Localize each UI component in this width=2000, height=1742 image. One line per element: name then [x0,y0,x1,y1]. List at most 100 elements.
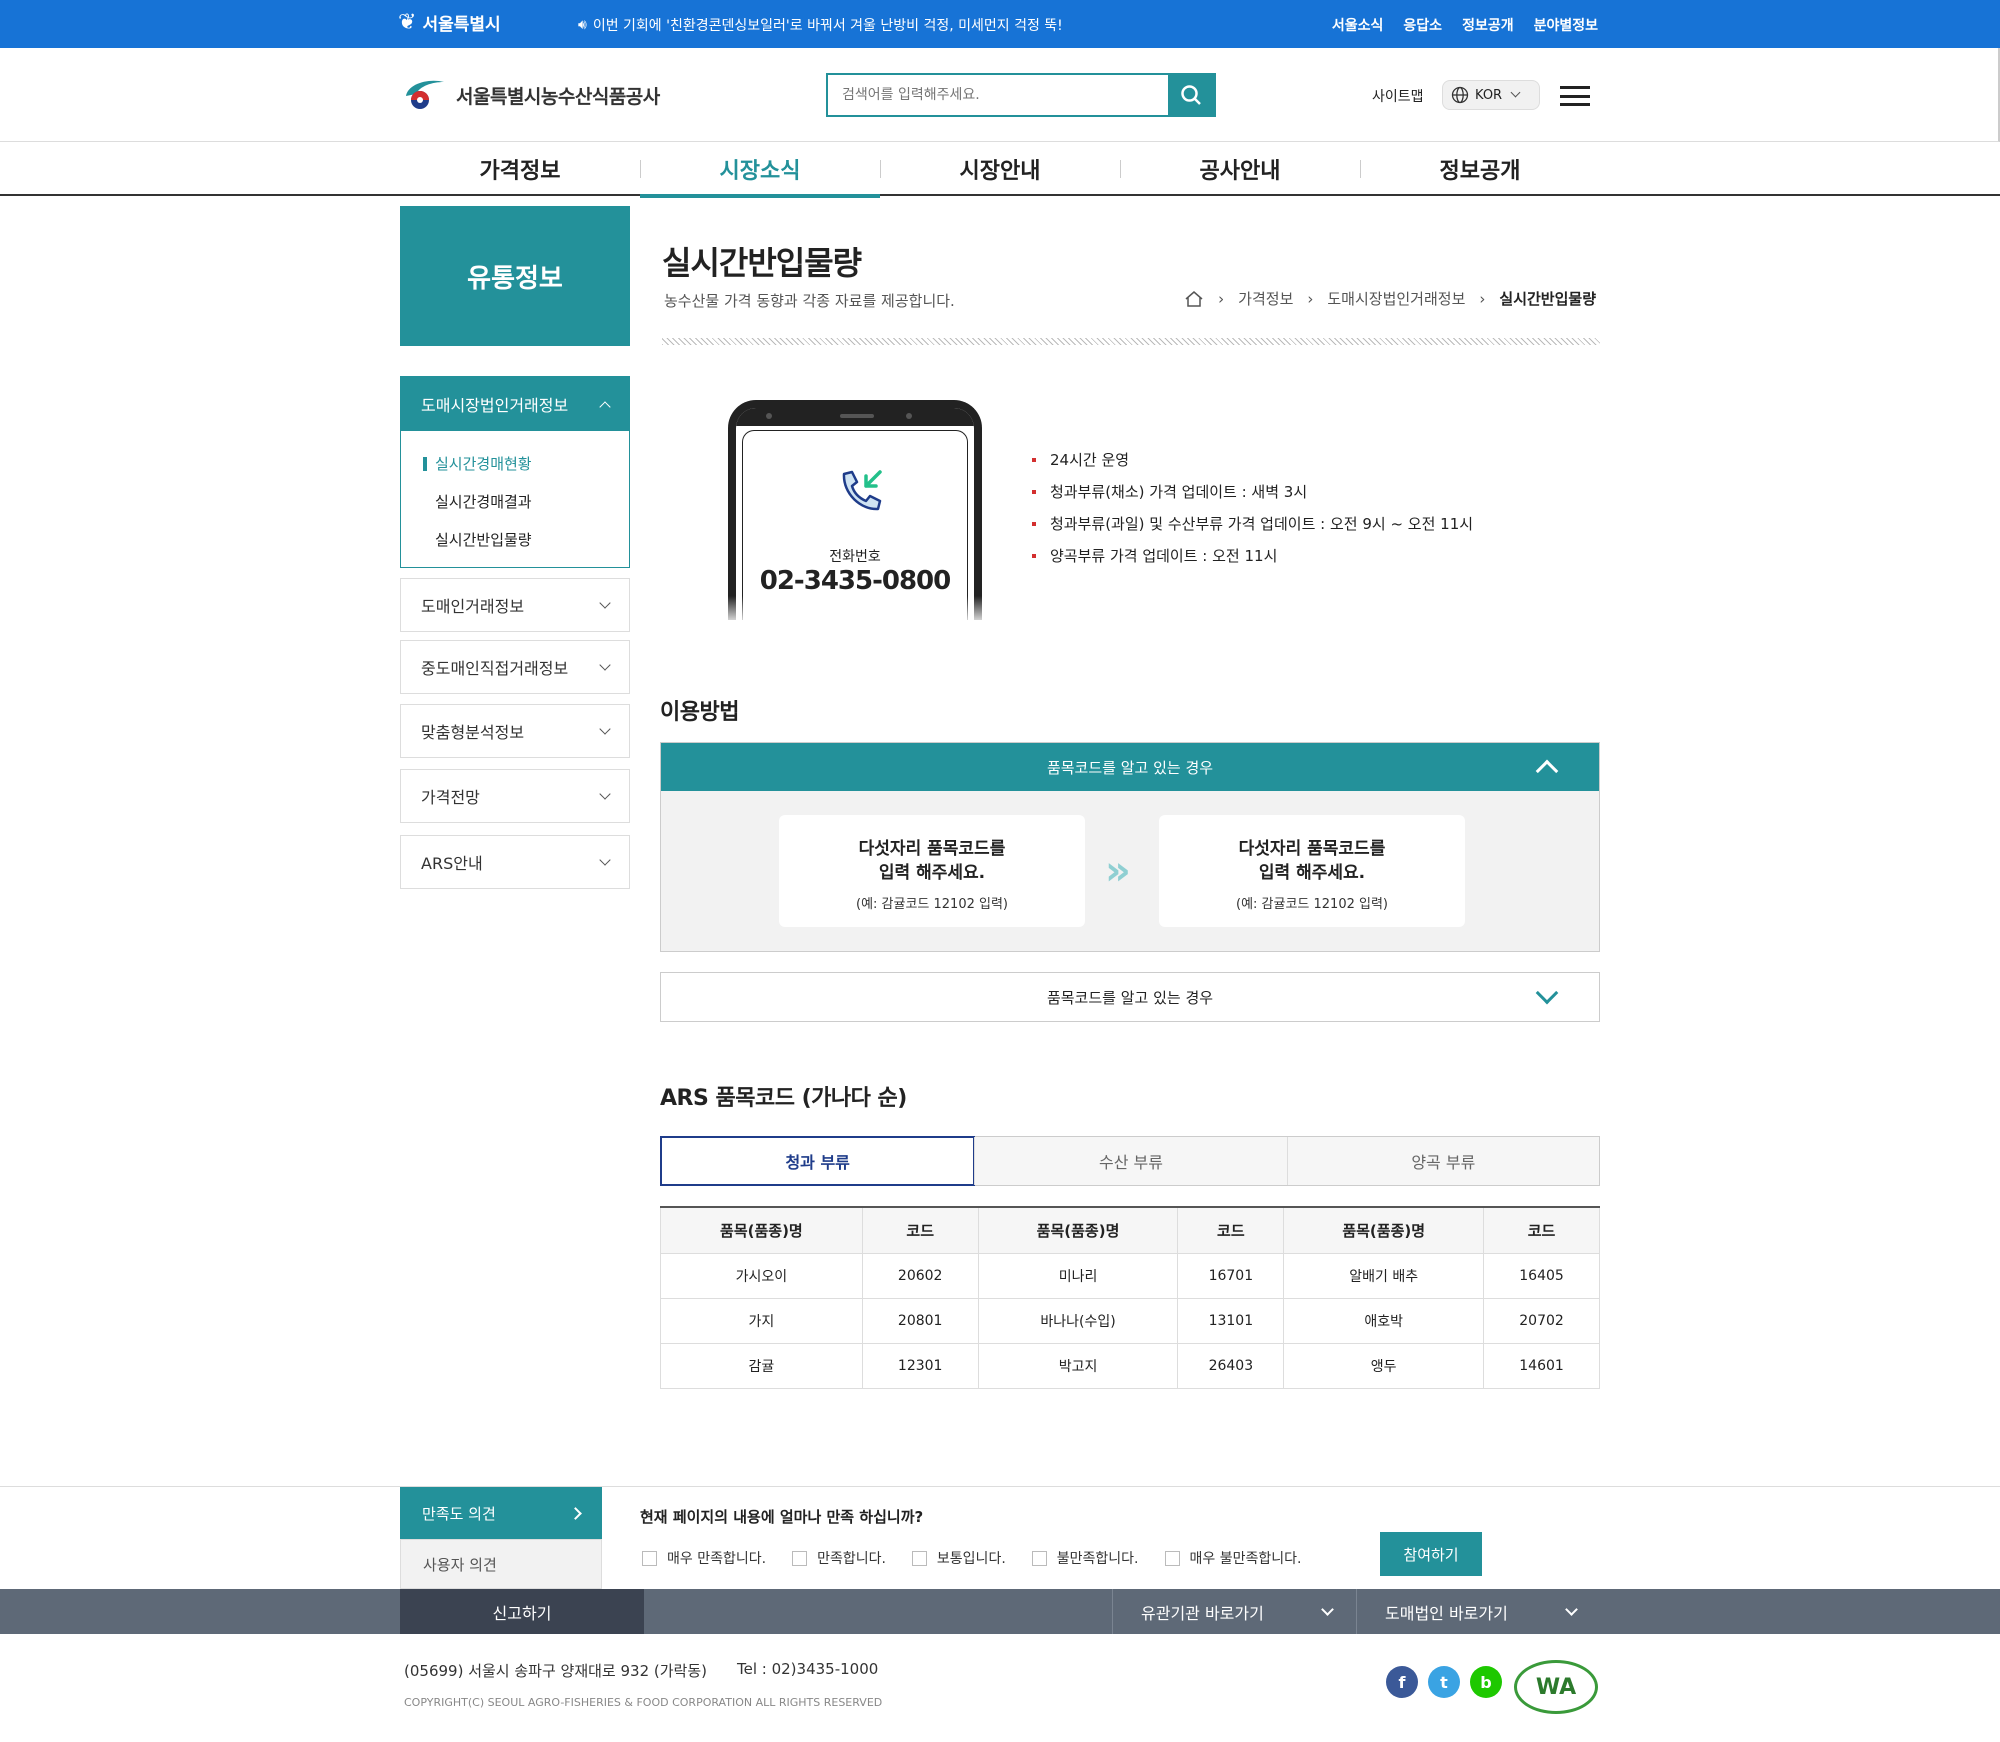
sidebar-group-open: 도매시장법인거래정보 실시간경매현황 실시간경매결과 실시간반입물량 [400,376,630,568]
hamburger-bar [1560,103,1590,106]
usage-step-line: 다섯자리 품목코드를 [858,839,1006,859]
survey-option-label: 매우 만족합니다. [667,1551,767,1567]
search-button[interactable] [1168,75,1214,115]
feature-item: 청과부류(과일) 및 수산부류 가격 업데이트 : 오전 9시 ~ 오전 11시 [1032,512,1473,544]
survey-option-satisfied[interactable]: 만족합니다. [792,1548,886,1568]
nav-info-disclosure[interactable]: 정보공개 [1360,142,1600,196]
table-cell: 알배기 배추 [1283,1252,1485,1299]
related-agencies-dropdown[interactable]: 유관기관 바로가기 [1112,1589,1356,1634]
phone-camera [766,413,772,419]
table-cell: 바나나(수입) [977,1297,1179,1344]
main-nav: 가격정보 시장소식 시장안내 공사안내 정보공개 [0,142,2000,198]
sidebar-item-realtime-auction[interactable]: 실시간경매현황 [423,445,629,483]
sidebar-item-label: 가격전망 [421,788,480,807]
tab-fruits-vegetables[interactable]: 청과 부류 [660,1136,976,1186]
usage-step-title: 다섯자리 품목코드를 입력 해주세요. [779,837,1085,885]
facebook-icon[interactable]: f [1386,1666,1418,1698]
feature-item: 양곡부류 가격 업데이트 : 오전 11시 [1032,544,1473,576]
survey-submit-button[interactable]: 참여하기 [1380,1532,1482,1576]
usage-step-title: 다섯자리 품목코드를 입력 해주세요. [1159,837,1465,885]
sidebar-group-header[interactable]: 도매시장법인거래정보 [401,377,629,431]
language-select[interactable]: KOR [1442,80,1540,110]
tab-user-opinion[interactable]: 사용자 의견 [400,1539,602,1589]
brand-name: 서울특별시농수산식품공사 [456,85,660,108]
column-header: 품목(품종)명 [977,1206,1179,1254]
checkbox[interactable] [1164,1550,1180,1566]
column-header: 코드 [1177,1206,1285,1254]
nav-corp-guide[interactable]: 공사안내 [1120,142,1360,196]
chevron-down-icon [599,787,611,800]
checkbox[interactable] [642,1550,657,1566]
accordion-header[interactable]: 품목코드를 알고 있는 경우 [661,743,1599,791]
breadcrumb-item[interactable]: 가격정보 [1238,288,1293,309]
survey-question: 현재 페이지의 내용에 얼마나 만족 하십니까? [640,1508,924,1526]
report-button[interactable]: 신고하기 [400,1589,644,1634]
sidebar-group-label: 도매시장법인거래정보 [421,396,569,415]
sidebar-item-price-outlook[interactable]: 가격전망 [400,769,630,823]
accordion-title: 품목코드를 알고 있는 경우 [1046,988,1214,1007]
tab-grains[interactable]: 양곡 부류 [1286,1137,1599,1185]
survey-option-very-dissatisfied[interactable]: 매우 불만족합니다. [1164,1548,1301,1568]
survey-option-neutral[interactable]: 보통입니다. [911,1548,1006,1568]
top-links: 서울소식 응답소 정보공개 분야별정보 [1332,15,1598,35]
phone-call-icon [842,470,882,511]
dropdown-label: 도매법인 바로가기 [1385,1603,1508,1623]
notice-banner[interactable]: 🔊︎ 이번 기회에 '친환경콘덴싱보일러'로 바꿔서 겨울 난방비 걱정, 미세… [578,15,1063,35]
survey-option-very-satisfied[interactable]: 매우 만족합니다. [642,1548,766,1568]
sidebar-item-auction-results[interactable]: 실시간경매결과 [423,483,629,521]
sidebar-item-direct-trade[interactable]: 중도매인직접거래정보 [400,640,630,694]
wholesale-corp-dropdown[interactable]: 도매법인 바로가기 [1356,1589,1600,1634]
survey-option-dissatisfied[interactable]: 불만족합니다. [1031,1548,1139,1568]
top-link-field-info[interactable]: 분야별정보 [1534,15,1598,35]
top-link-info-disclosure[interactable]: 정보공개 [1462,15,1514,35]
speaker-icon: 🔊︎ [578,17,587,33]
address-text: (05699) 서울시 송파구 양재대로 932 (가락동) [404,1662,707,1680]
sidebar-item-realtime-inflow[interactable]: 실시간반입물량 [423,521,629,559]
page-description: 농수산물 가격 동향과 각종 자료를 제공합니다. [664,292,955,310]
brand-logo[interactable]: 서울특별시농수산식품공사 [402,76,660,114]
search-box [826,73,1216,117]
search-input[interactable] [828,75,1168,115]
nav-market-news[interactable]: 시장소식 [640,142,880,198]
breadcrumb: › 가격정보 › 도매시장법인거래정보 › 실시간반입물량 [1184,288,1596,309]
dropdown-label: 유관기관 바로가기 [1141,1603,1264,1623]
checkbox[interactable] [1031,1550,1047,1566]
top-bar: ❦ 서울특별시 🔊︎ 이번 기회에 '친환경콘덴싱보일러'로 바꿔서 겨울 난방… [0,0,2000,48]
sitemap-link[interactable]: 사이트맵 [1372,86,1424,106]
sidebar-title: 유통정보 [400,206,630,346]
checkbox[interactable] [792,1550,808,1566]
sidebar-item-label: 맞춤형분석정보 [421,723,525,742]
twitter-icon[interactable]: t [1428,1666,1460,1698]
menu-button[interactable] [1560,86,1590,106]
feature-list: 24시간 운영 청과부류(채소) 가격 업데이트 : 새벽 3시 청과부류(과일… [1032,448,1473,576]
blog-icon[interactable]: b [1470,1666,1502,1698]
footer-address: (05699) 서울시 송파구 양재대로 932 (가락동) Tel : 02)… [404,1660,878,1681]
chevron-down-icon [599,596,611,609]
accordion-title: 품목코드를 알고 있는 경우 [1046,758,1214,777]
divider [662,338,1600,345]
table-header-row: 품목(품종)명 코드 품목(품종)명 코드 품목(품종)명 코드 [660,1206,1600,1254]
accordion-closed[interactable]: 품목코드를 알고 있는 경우 [660,972,1600,1022]
sidebar-item-wholesaler-trade[interactable]: 도매인거래정보 [400,578,630,632]
tab-seafood[interactable]: 수산 부류 [974,1137,1286,1185]
nav-price-info[interactable]: 가격정보 [400,142,640,196]
tab-satisfaction[interactable]: 만족도 의견 [400,1487,602,1539]
chevron-down-icon [599,722,611,735]
table-cell: 감귤 [660,1342,863,1389]
top-link-eungdapso[interactable]: 응답소 [1403,15,1442,35]
breadcrumb-separator: › [1218,289,1225,308]
nav-market-guide[interactable]: 시장안내 [880,142,1120,196]
tel-text: Tel : 02)3435-1000 [737,1660,879,1678]
double-chevron-right-icon: » [1105,848,1131,894]
seoul-logo[interactable]: ❦ 서울특별시 [398,10,501,35]
checkbox[interactable] [911,1550,927,1566]
top-link-seoul-news[interactable]: 서울소식 [1332,15,1384,35]
survey-option-label: 만족합니다. [817,1551,886,1567]
usage-step: 다섯자리 품목코드를 입력 해주세요. (예: 감귤코드 12102 입력) [1159,815,1465,927]
home-icon[interactable] [1184,290,1204,308]
column-header: 코드 [861,1206,979,1254]
sidebar-item-custom-analysis[interactable]: 맞춤형분석정보 [400,704,630,758]
sidebar-item-ars-guide[interactable]: ARS안내 [400,835,630,889]
chevron-right-icon [569,1506,582,1520]
breadcrumb-item[interactable]: 도매시장법인거래정보 [1327,288,1465,309]
